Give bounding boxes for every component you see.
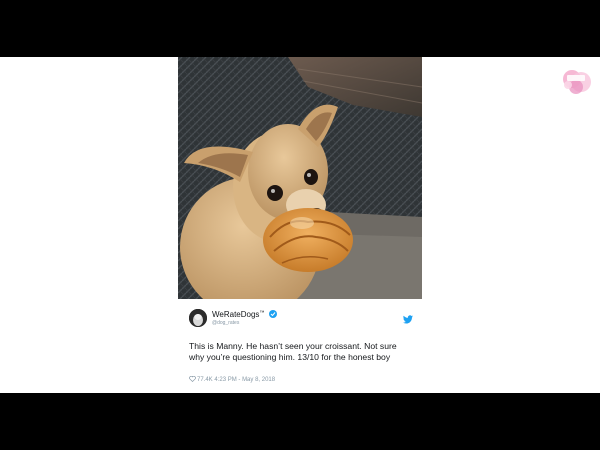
tweet-card[interactable]: WeRateDogs™ @dog_rates This is Manny. He… (178, 57, 422, 393)
video-stage: WeRateDogs™ @dog_rates This is Manny. He… (0, 57, 600, 393)
tweet-text: This is Manny. He hasn’t seen your crois… (189, 341, 397, 362)
tweet-meta: 77.4K 4:23 PM - May 8, 2018 (189, 375, 275, 384)
tweet-time[interactable]: 4:23 PM (214, 377, 236, 383)
channel-logo-watermark (558, 65, 594, 97)
tweet-header: WeRateDogs™ @dog_rates (189, 309, 413, 331)
like-count[interactable]: 77.4K (197, 377, 213, 383)
avatar[interactable] (189, 309, 207, 327)
like-heart-icon[interactable] (189, 375, 196, 384)
author-name-row[interactable]: WeRateDogs™ (212, 310, 277, 319)
letterbox-bottom (0, 393, 600, 450)
tweet-date[interactable]: May 8, 2018 (242, 377, 275, 383)
trademark-mark: ™ (259, 310, 265, 316)
twitter-bird-icon[interactable] (403, 311, 413, 324)
verified-badge-icon (268, 310, 277, 318)
display-name[interactable]: WeRateDogs (212, 310, 259, 319)
meta-separator: - (238, 377, 241, 383)
user-handle[interactable]: @dog_rates (212, 320, 239, 326)
tweet-photo-dog-with-croissant[interactable] (178, 57, 422, 299)
letterbox-top (0, 0, 600, 57)
